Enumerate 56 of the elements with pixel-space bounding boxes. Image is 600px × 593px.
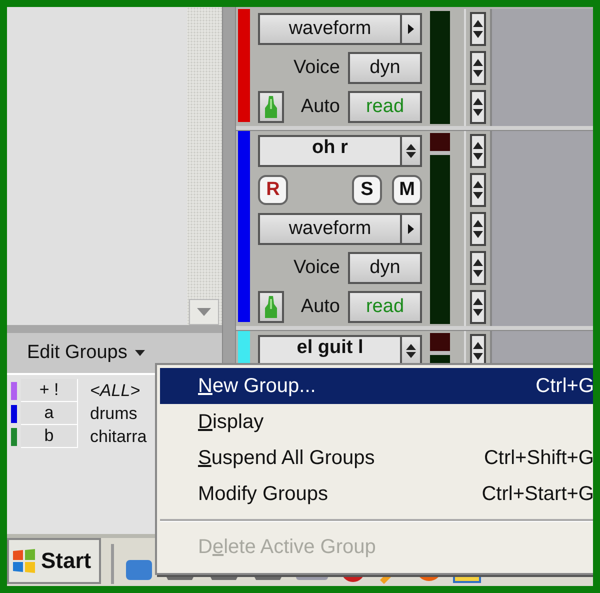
- up-down-arrows-icon: [473, 56, 483, 78]
- view-arrow-button[interactable]: [400, 212, 422, 244]
- row-spin-button[interactable]: [470, 172, 486, 206]
- clip-indicator: [430, 333, 450, 355]
- voice-selector[interactable]: dyn: [348, 52, 422, 84]
- track-toggle-button[interactable]: M: [392, 174, 422, 204]
- auto-label: Auto: [300, 96, 340, 118]
- up-down-arrows-icon: [473, 218, 483, 240]
- row-spin-button[interactable]: [470, 50, 486, 84]
- caret-icon: [135, 350, 146, 356]
- right-arrow-icon: [408, 24, 414, 34]
- up-down-arrows-icon: [406, 142, 416, 158]
- group-name[interactable]: chitarra: [78, 426, 147, 448]
- menu-item[interactable]: Modify Groups Ctrl+Start+G: [160, 476, 593, 512]
- track-name-field[interactable]: oh r: [258, 134, 400, 166]
- row-spin-button[interactable]: [470, 12, 486, 46]
- group-id-cell: a: [21, 402, 78, 425]
- track-toggle-button[interactable]: S: [352, 174, 382, 204]
- up-down-arrows-icon: [473, 140, 483, 162]
- view-arrow-button[interactable]: [400, 12, 422, 44]
- automation-icon[interactable]: [258, 290, 284, 322]
- view-selector[interactable]: waveform: [258, 12, 400, 44]
- right-arrow-icon: [408, 224, 414, 234]
- group-id-cell: b: [21, 425, 78, 448]
- group-id-cell: + !: [21, 379, 78, 402]
- row-spin-button[interactable]: [470, 290, 486, 324]
- up-down-arrows-icon: [473, 256, 483, 278]
- spin-button[interactable]: [400, 134, 422, 166]
- clip-indicator: [430, 133, 450, 155]
- scroll-down-button[interactable]: [189, 299, 219, 325]
- menu-item[interactable]: Display: [160, 404, 593, 440]
- group-name[interactable]: <ALL>: [78, 380, 140, 402]
- down-arrow-icon: [197, 308, 211, 316]
- up-down-arrows-icon: [473, 178, 483, 200]
- menu-item[interactable]: New Group... Ctrl+G: [160, 368, 593, 404]
- voice-label: Voice: [294, 56, 340, 78]
- voice-label: Voice: [294, 256, 340, 278]
- up-down-arrows-icon: [473, 96, 483, 118]
- auto-label: Auto: [300, 296, 340, 318]
- row-spin-button[interactable]: [470, 212, 486, 246]
- view-selector[interactable]: waveform: [258, 212, 400, 244]
- automation-icon[interactable]: [258, 90, 284, 122]
- row-spin-button[interactable]: [470, 90, 486, 124]
- row-spin-button[interactable]: [470, 250, 486, 284]
- up-down-arrows-icon: [406, 342, 416, 358]
- edit-groups-header[interactable]: Edit Groups: [7, 333, 222, 375]
- start-button[interactable]: Start: [7, 538, 102, 584]
- track-toggle-button[interactable]: R: [258, 174, 288, 204]
- menu-item[interactable]: Suspend All Groups Ctrl+Shift+G: [160, 440, 593, 476]
- group-name[interactable]: drums: [78, 402, 138, 424]
- up-down-arrows-icon: [473, 18, 483, 40]
- voice-selector[interactable]: dyn: [348, 252, 422, 284]
- up-down-arrows-icon: [473, 296, 483, 318]
- row-spin-button[interactable]: [470, 134, 486, 168]
- windows-logo-icon: [11, 548, 37, 574]
- up-down-arrows-icon: [473, 340, 483, 362]
